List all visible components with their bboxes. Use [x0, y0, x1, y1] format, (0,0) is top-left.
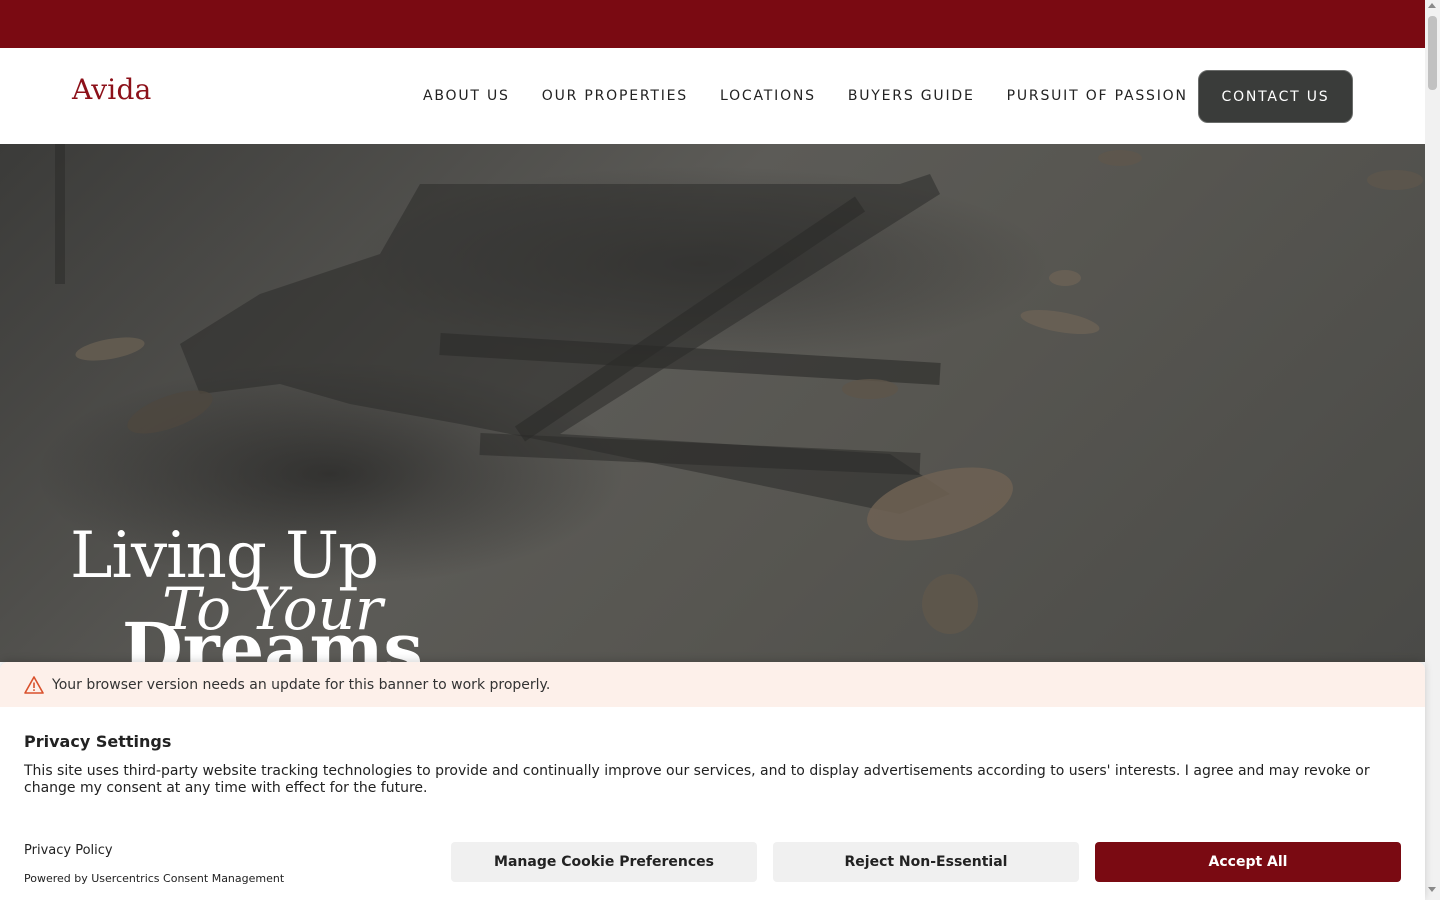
cookie-consent-banner: Your browser version needs an update for… [0, 662, 1425, 900]
scroll-thumb[interactable] [1428, 16, 1437, 90]
contact-us-button[interactable]: CONTACT US [1198, 70, 1353, 123]
nav-pursuit-of-passion[interactable]: PURSUIT OF PASSION [1007, 88, 1188, 105]
logo-text: Avida [72, 73, 152, 106]
nav-about-us[interactable]: ABOUT US [423, 88, 510, 105]
main-nav: ABOUT US OUR PROPERTIES LOCATIONS BUYERS… [423, 88, 1220, 105]
site-header: Avida ABOUT US OUR PROPERTIES LOCATIONS … [0, 48, 1425, 144]
nav-buyers-guide[interactable]: BUYERS GUIDE [848, 88, 975, 105]
warning-triangle-icon [24, 675, 44, 694]
page-scrollbar[interactable] [1425, 0, 1440, 900]
reject-non-essential-button[interactable]: Reject Non-Essential [773, 842, 1079, 882]
privacy-policy-link[interactable]: Privacy Policy [24, 843, 113, 858]
powered-by-text: Powered by Usercentrics Consent Manageme… [24, 872, 285, 885]
avida-logo[interactable]: Avida [72, 76, 151, 104]
nav-our-properties[interactable]: OUR PROPERTIES [542, 88, 688, 105]
hero-banner: Living Up To Your Dreams [0, 144, 1425, 662]
privacy-settings-title: Privacy Settings [24, 732, 172, 751]
manage-cookie-preferences-button[interactable]: Manage Cookie Preferences [451, 842, 757, 882]
hero-heading-line-3: Dreams [122, 607, 423, 663]
accept-all-button[interactable]: Accept All [1095, 842, 1401, 882]
privacy-settings-description: This site uses third-party website track… [24, 763, 1370, 796]
browser-warning-text: Your browser version needs an update for… [52, 676, 551, 693]
scroll-up-arrow-icon[interactable] [1428, 3, 1436, 8]
top-announcement-bar [0, 0, 1425, 48]
nav-locations[interactable]: LOCATIONS [720, 88, 816, 105]
browser-warning-bar: Your browser version needs an update for… [0, 662, 1425, 707]
scroll-down-arrow-icon[interactable] [1428, 887, 1436, 892]
